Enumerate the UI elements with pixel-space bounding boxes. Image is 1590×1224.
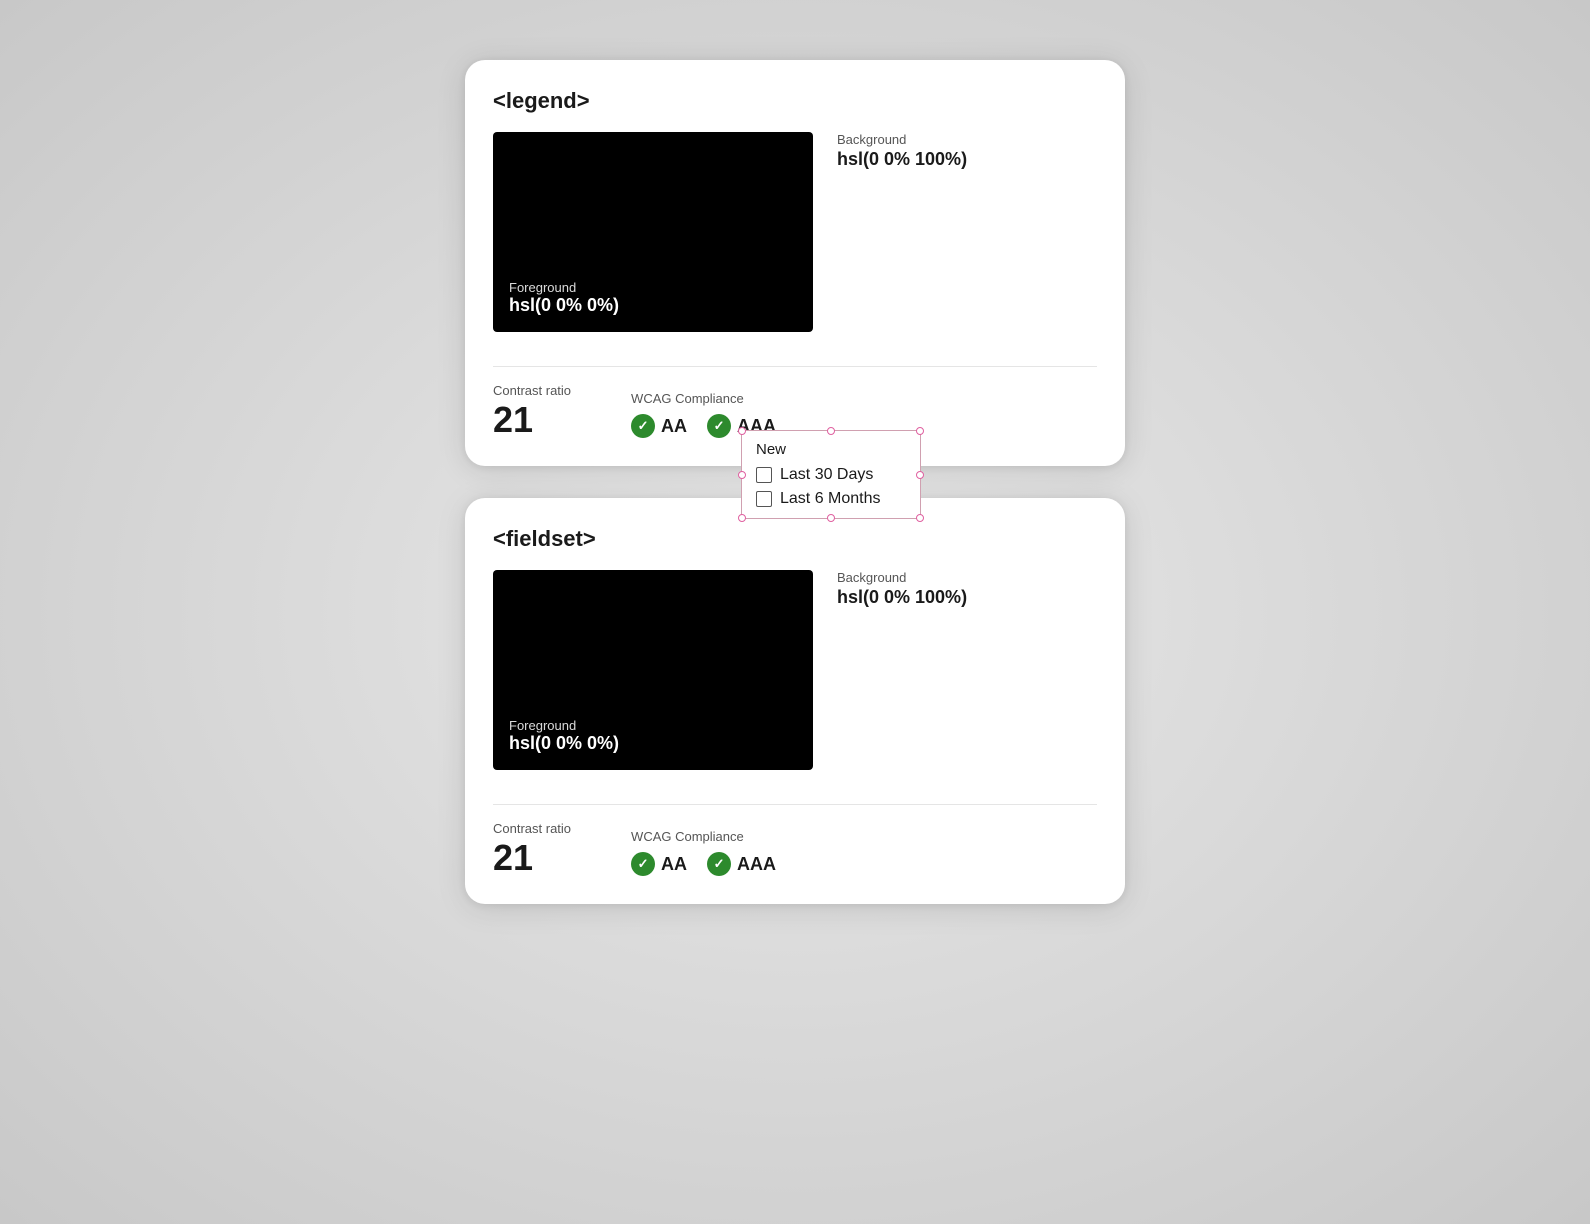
fieldset-aaa-check-icon	[707, 852, 731, 876]
handle-tc	[827, 427, 835, 435]
fieldset-preview-box: Foreground hsl(0 0% 0%)	[493, 570, 813, 770]
popup-item-label-2: Last 6 Months	[780, 490, 881, 508]
popup-item-2[interactable]: Last 6 Months	[756, 490, 906, 508]
legend-bg-value: hsl(0 0% 100%)	[837, 149, 967, 170]
floating-popup: New Last 30 Days Last 6 Months	[741, 430, 921, 519]
handle-tl	[738, 427, 746, 435]
fieldset-badge-aaa: AAA	[707, 852, 776, 876]
handle-tr	[916, 427, 924, 435]
legend-aa-check-icon	[631, 414, 655, 438]
fieldset-card-title: <fieldset>	[493, 526, 1097, 552]
fieldset-card: <fieldset> Foreground hsl(0 0% 0%) Backg…	[465, 498, 1125, 904]
fieldset-wcag-badges: AA AAA	[631, 852, 776, 876]
handle-br	[916, 514, 924, 522]
handle-ml	[738, 471, 746, 479]
legend-cr-value: 21	[493, 399, 533, 440]
legend-preview-box: Foreground hsl(0 0% 0%)	[493, 132, 813, 332]
legend-background-info: Background hsl(0 0% 100%)	[837, 132, 967, 170]
cards-container: <legend> Foreground hsl(0 0% 0%) Backgro…	[465, 60, 1125, 904]
fieldset-wcag-block: WCAG Compliance AA AAA	[631, 829, 776, 876]
fieldset-foreground-info: Foreground hsl(0 0% 0%)	[509, 718, 619, 754]
legend-aaa-check-icon	[707, 414, 731, 438]
popup-item-label-1: Last 30 Days	[780, 466, 873, 484]
legend-aa-label: AA	[661, 416, 687, 437]
legend-foreground-info: Foreground hsl(0 0% 0%)	[509, 280, 619, 316]
handle-bc	[827, 514, 835, 522]
fieldset-divider	[493, 804, 1097, 805]
legend-contrast-ratio: Contrast ratio 21	[493, 383, 571, 438]
legend-card-title: <legend>	[493, 88, 1097, 114]
legend-bg-label: Background	[837, 132, 967, 147]
handle-mr	[916, 471, 924, 479]
popup-checkbox-1[interactable]	[756, 467, 772, 483]
fieldset-background-info: Background hsl(0 0% 100%)	[837, 570, 967, 608]
legend-cr-label: Contrast ratio	[493, 383, 571, 398]
fieldset-badge-aa: AA	[631, 852, 687, 876]
popup-inner: New Last 30 Days Last 6 Months	[741, 430, 921, 519]
fieldset-wcag-label: WCAG Compliance	[631, 829, 776, 844]
fieldset-aa-check-icon	[631, 852, 655, 876]
fieldset-aa-label: AA	[661, 854, 687, 875]
fieldset-contrast-section: Contrast ratio 21 WCAG Compliance AA AAA	[493, 821, 1097, 876]
legend-fg-value: hsl(0 0% 0%)	[509, 295, 619, 315]
fieldset-cr-value: 21	[493, 837, 533, 878]
legend-wcag-label: WCAG Compliance	[631, 391, 776, 406]
legend-divider	[493, 366, 1097, 367]
legend-card: <legend> Foreground hsl(0 0% 0%) Backgro…	[465, 60, 1125, 466]
fieldset-fg-value: hsl(0 0% 0%)	[509, 733, 619, 753]
handle-bl	[738, 514, 746, 522]
fieldset-fg-label: Foreground	[509, 718, 619, 733]
fieldset-cr-label: Contrast ratio	[493, 821, 571, 836]
popup-item-1[interactable]: Last 30 Days	[756, 466, 906, 484]
fieldset-bg-value: hsl(0 0% 100%)	[837, 587, 967, 608]
popup-checkbox-2[interactable]	[756, 491, 772, 507]
fieldset-contrast-ratio: Contrast ratio 21	[493, 821, 571, 876]
legend-fg-label: Foreground	[509, 280, 619, 295]
fieldset-bg-label: Background	[837, 570, 967, 585]
popup-legend-text: New	[756, 441, 906, 458]
fieldset-aaa-label: AAA	[737, 854, 776, 875]
legend-badge-aa: AA	[631, 414, 687, 438]
